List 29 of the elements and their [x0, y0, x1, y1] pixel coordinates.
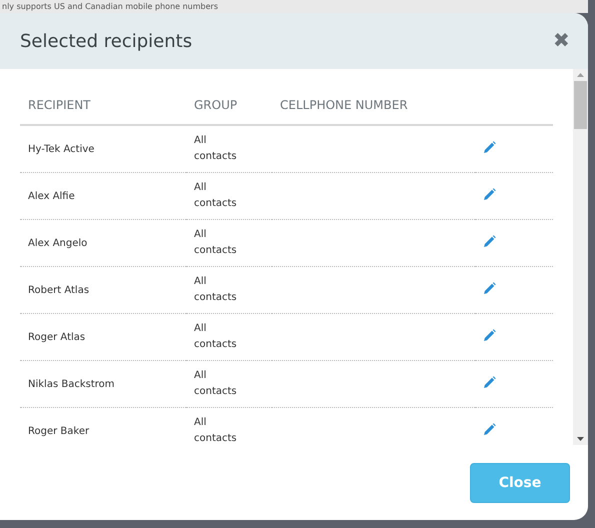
pencil-icon[interactable] — [483, 282, 496, 295]
recipient-cell: Roger Atlas — [20, 314, 186, 360]
recipient-cell: Robert Atlas — [20, 266, 186, 314]
close-button[interactable]: Close — [470, 462, 570, 502]
group-cell: All contacts — [186, 220, 272, 266]
column-header: CELLPHONE NUMBER — [272, 86, 475, 125]
group-cell: All contacts — [186, 360, 272, 408]
recipient-cell: Alex Angelo — [20, 220, 186, 266]
recipient-cell: Niklas Backstrom — [20, 360, 186, 408]
group-cell: All contacts — [186, 314, 272, 360]
recipient-cell: Hy-Tek Active — [20, 125, 186, 172]
pencil-icon[interactable] — [483, 141, 496, 154]
pencil-icon[interactable] — [483, 329, 496, 342]
recipient-cell: Alex Alfie — [20, 172, 186, 220]
scrollbar-thumb[interactable] — [574, 81, 587, 129]
background-text: nly supports US and Canadian mobile phone numbers — [2, 2, 218, 12]
column-header: GROUP — [186, 86, 272, 125]
pencil-icon[interactable] — [483, 188, 496, 201]
pencil-icon[interactable] — [483, 235, 496, 248]
recipient-cell: Roger Baker — [20, 408, 186, 445]
group-cell: All contacts — [186, 266, 272, 314]
scrollbar[interactable] — [573, 69, 588, 445]
dialog-title: Selected recipients — [20, 30, 192, 52]
pencil-icon[interactable] — [483, 376, 496, 389]
column-header: RECIPIENT — [20, 86, 186, 125]
group-cell: All contacts — [186, 172, 272, 220]
group-cell: All contacts — [186, 125, 272, 172]
pencil-icon[interactable] — [483, 423, 496, 436]
group-cell: All contacts — [186, 408, 272, 445]
